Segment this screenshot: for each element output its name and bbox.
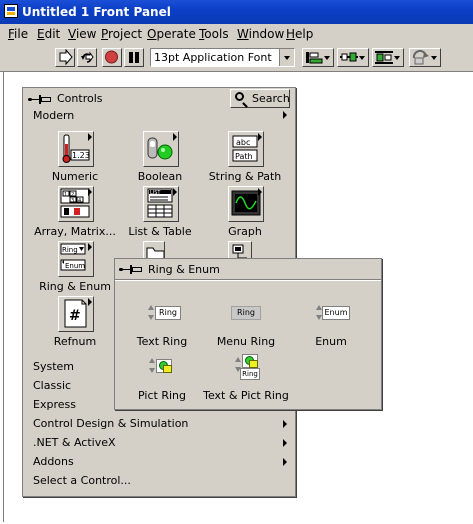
list-table-label: List & Table [128, 225, 192, 238]
increment-arrows-icon [148, 358, 155, 374]
category-addons[interactable]: Addons [33, 455, 74, 468]
reorder-button[interactable] [409, 48, 441, 67]
boolean-label: Boolean [137, 170, 183, 183]
svg-text:1.23: 1.23 [72, 151, 90, 160]
addons-expand-icon [283, 458, 287, 466]
svg-text:Enum: Enum [65, 262, 85, 270]
array-matrix-tile[interactable]: 1234 [58, 186, 94, 222]
palette-header: Controls Search [23, 88, 295, 110]
svg-text:Ring: Ring [62, 246, 78, 254]
svg-text:abc: abc [236, 138, 250, 147]
numeric-tile[interactable]: 1.23 [58, 131, 94, 167]
ring-enum-label: Ring & Enum [39, 280, 111, 293]
select-a-control[interactable]: Select a Control... [33, 474, 131, 487]
run-continuously-icon [81, 51, 94, 63]
run-button[interactable] [55, 48, 75, 67]
resize-objects-button[interactable] [372, 48, 404, 67]
stop-icon [105, 50, 118, 64]
category-system[interactable]: System [33, 360, 74, 373]
reorder-icon [412, 49, 429, 65]
search-icon [235, 92, 244, 101]
svg-text:LIST: LIST [150, 190, 161, 196]
boolean-tile[interactable] [143, 131, 179, 167]
menu-file[interactable]: File [8, 27, 28, 41]
list-table-tile[interactable]: LIST [143, 186, 179, 222]
picture-icon [156, 359, 172, 373]
toolbar: 13pt Application Font [0, 44, 473, 72]
subpalette-title: Ring & Enum [148, 263, 220, 276]
graph-tile[interactable] [228, 186, 264, 222]
category-classic[interactable]: Classic [33, 379, 71, 392]
menu-operate[interactable]: Operate [147, 27, 196, 41]
enum-glyph: Enum [322, 306, 350, 320]
menu-help[interactable]: Help [286, 27, 313, 41]
abort-button[interactable] [102, 48, 122, 67]
string-path-label: String & Path [208, 170, 282, 183]
front-panel-icon [4, 4, 18, 18]
menu-ring-glyph: Ring [231, 306, 261, 320]
distribute-objects-button[interactable] [337, 48, 369, 67]
pict-ring-label: Pict Ring [138, 389, 186, 402]
svg-text:Path: Path [235, 152, 253, 161]
font-selector[interactable]: 13pt Application Font [150, 48, 295, 67]
search-button-label: Search [252, 92, 290, 105]
menu-ring-label: Menu Ring [216, 335, 276, 348]
pause-icon [129, 52, 139, 63]
run-continuously-button[interactable] [77, 48, 97, 67]
chevron-down-icon[interactable] [279, 49, 294, 66]
control-design-expand-icon [283, 420, 287, 428]
pause-button[interactable] [124, 48, 144, 67]
menu-window[interactable]: Window [237, 27, 284, 41]
pict-ring-item[interactable] [131, 355, 191, 385]
graph-label: Graph [228, 225, 262, 238]
menu-edit[interactable]: Edit [37, 27, 60, 41]
refnum-tile[interactable]: # [58, 296, 94, 332]
menu-project[interactable]: Project [101, 27, 142, 41]
svg-text:3: 3 [71, 198, 74, 204]
run-arrow-icon [59, 48, 73, 66]
font-selector-value: 13pt Application Font [154, 51, 272, 64]
menu-tools[interactable]: Tools [199, 27, 229, 41]
modern-category[interactable]: Modern [33, 109, 74, 122]
ring-enum-tile[interactable]: Ring Enum [58, 241, 94, 277]
enum-label: Enum [315, 335, 347, 348]
text-pict-ring-label: Text & Pict Ring [203, 389, 289, 402]
menu-view[interactable]: View [68, 27, 96, 41]
ring-enum-subpalette: Ring & Enum Ring Text Ring Ring Menu Rin… [114, 258, 382, 410]
title-bar: Untitled 1 Front Panel [0, 0, 473, 24]
picture-icon [242, 354, 258, 368]
increment-arrows-icon [315, 305, 322, 321]
subpalette-divider [115, 279, 381, 281]
svg-text:#: # [69, 308, 81, 324]
palette-title: Controls [57, 92, 103, 105]
text-ring-glyph: Ring [155, 306, 181, 320]
menu-bar: File Edit View Project Operate Tools Win… [0, 24, 473, 45]
category-express[interactable]: Express [33, 398, 76, 411]
modern-expand-icon [283, 111, 287, 119]
dotnet-expand-icon [283, 439, 287, 447]
svg-text:4: 4 [78, 198, 81, 204]
string-path-tile[interactable]: abc Path [228, 131, 264, 167]
numeric-label: Numeric [51, 170, 99, 183]
thumbtack-icon[interactable] [119, 265, 145, 274]
distribute-icon [340, 52, 358, 62]
align-icon [306, 52, 323, 64]
align-objects-button[interactable] [302, 48, 334, 67]
window-title: Untitled 1 Front Panel [22, 5, 171, 19]
category-dotnet-activex[interactable]: .NET & ActiveX [33, 436, 116, 449]
refnum-label: Refnum [53, 335, 97, 348]
text-pict-ring-item[interactable]: Ring [215, 351, 275, 387]
array-matrix-label: Array, Matrix... [34, 225, 116, 238]
text-pict-ring-glyph: Ring [240, 368, 260, 380]
search-button[interactable]: Search [230, 89, 290, 108]
thumbtack-icon[interactable] [28, 95, 54, 104]
svg-text:1: 1 [64, 192, 67, 198]
text-ring-label: Text Ring [136, 335, 188, 348]
increment-arrows-icon [147, 305, 154, 321]
category-control-design[interactable]: Control Design & Simulation [33, 417, 188, 430]
resize-icon [375, 51, 393, 64]
